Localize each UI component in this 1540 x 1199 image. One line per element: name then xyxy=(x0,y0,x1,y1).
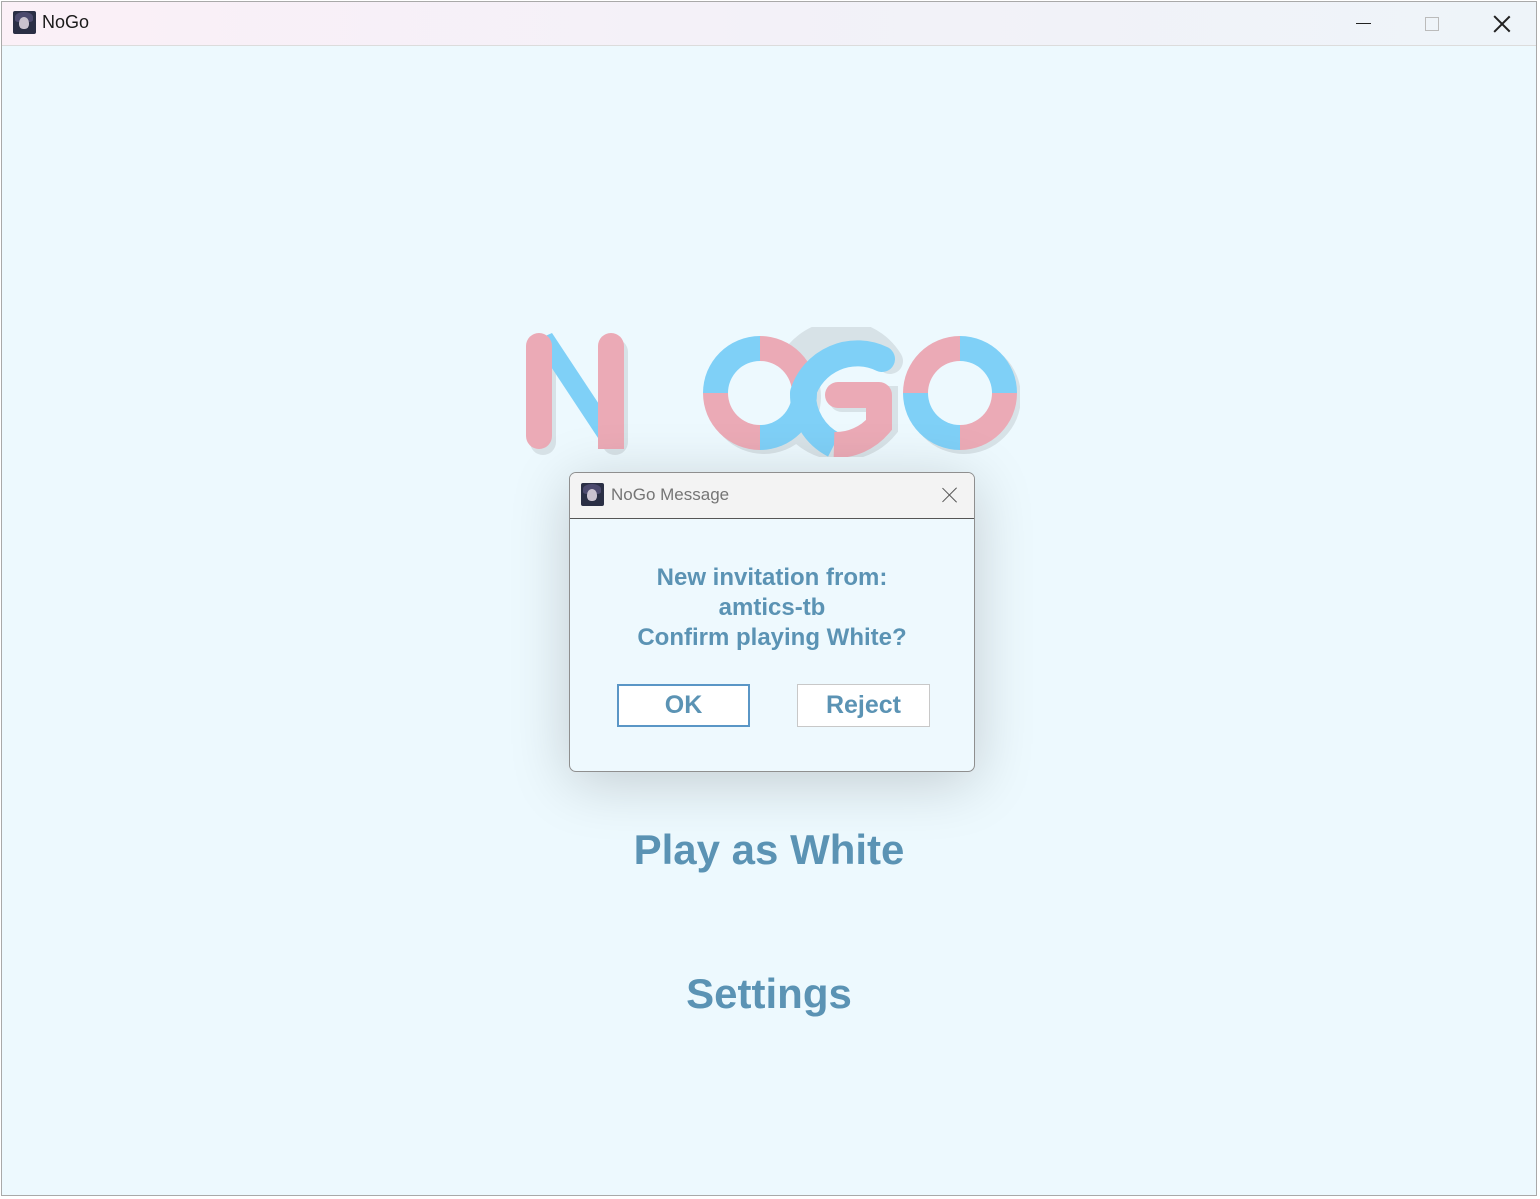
ok-button[interactable]: OK xyxy=(617,684,750,727)
minimize-icon xyxy=(1355,22,1371,25)
settings-button[interactable]: Settings xyxy=(2,970,1536,1018)
dialog-app-icon xyxy=(581,483,604,506)
message-line-2: amtics-tb xyxy=(718,594,826,621)
invitation-dialog: NoGo Message New invitation from: amtics… xyxy=(569,472,975,772)
nogo-logo xyxy=(526,327,1020,457)
maximize-icon xyxy=(1425,16,1439,31)
dialog-message: New invitation from: amtics-tb Confirm p… xyxy=(570,563,974,653)
message-line-1: New invitation from: xyxy=(656,564,888,591)
window-title: NoGo xyxy=(42,12,90,32)
dialog-close-button[interactable] xyxy=(936,481,964,509)
app-avatar-icon xyxy=(13,11,36,34)
title-bar[interactable]: NoGo xyxy=(2,2,1536,46)
close-icon xyxy=(942,487,958,503)
maximize-button[interactable] xyxy=(1398,2,1466,45)
main-window: NoGo Play as White Settings NoGo Message… xyxy=(1,1,1537,1196)
message-line-3: Confirm playing White? xyxy=(637,624,907,651)
play-as-white-button[interactable]: Play as White xyxy=(2,826,1536,874)
reject-button[interactable]: Reject xyxy=(797,684,930,727)
close-button[interactable] xyxy=(1468,2,1536,45)
dialog-title: NoGo Message xyxy=(611,485,730,504)
dialog-title-bar[interactable]: NoGo Message xyxy=(570,473,974,519)
close-icon xyxy=(1493,15,1511,33)
minimize-button[interactable] xyxy=(1329,2,1397,45)
